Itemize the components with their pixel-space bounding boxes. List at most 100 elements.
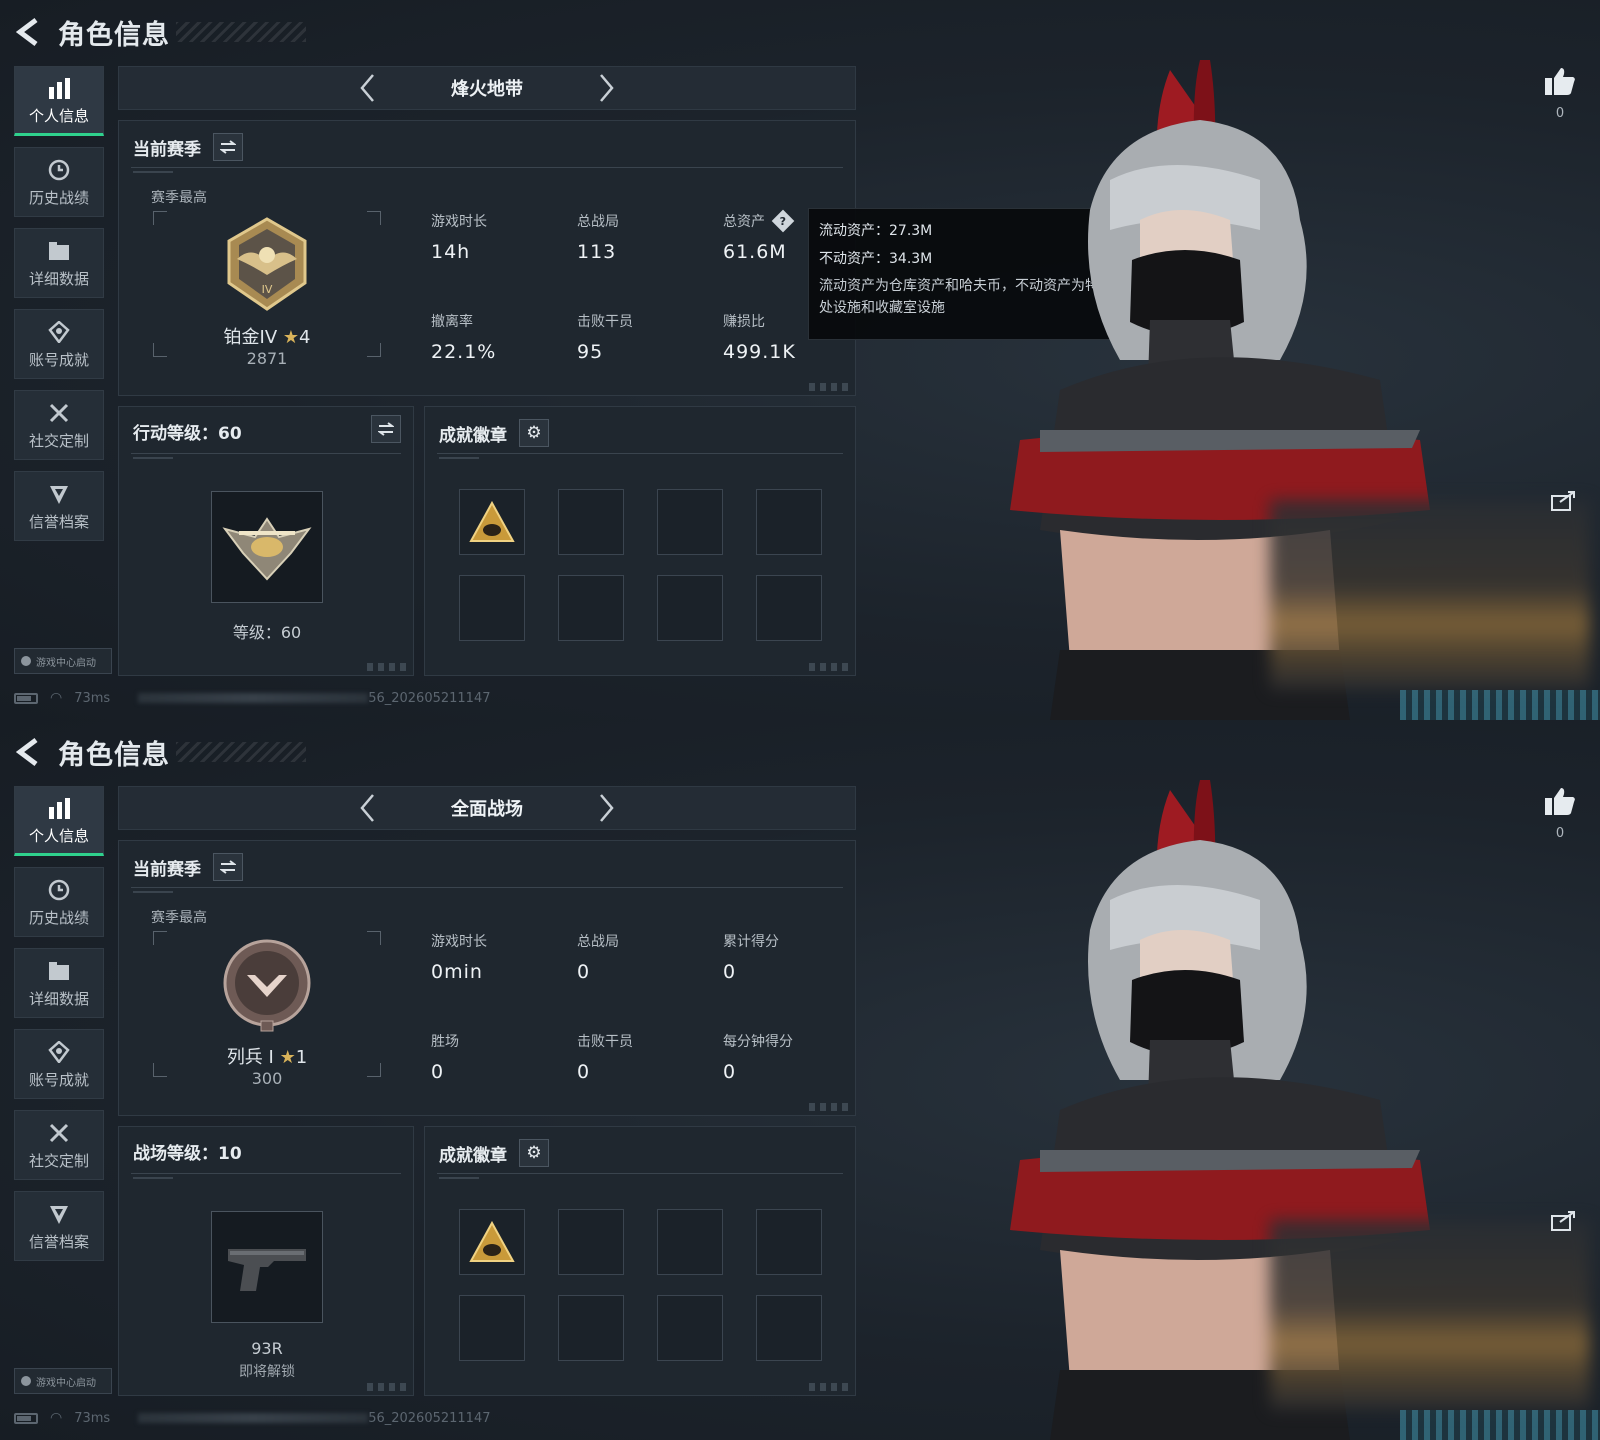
helicopter-badge-icon — [222, 517, 312, 581]
thumbs-up-icon — [1545, 68, 1575, 95]
chevron-right-icon — [600, 794, 614, 822]
badge-slot-8[interactable] — [756, 575, 822, 641]
badge-slot-3[interactable] — [657, 1209, 723, 1275]
like-button[interactable]: 0 — [1540, 786, 1580, 841]
battery-icon — [14, 692, 38, 704]
back-button[interactable] — [16, 16, 44, 48]
chevron-left-icon — [360, 74, 374, 102]
blurred-id — [138, 1413, 369, 1423]
like-button[interactable]: 0 — [1540, 66, 1580, 121]
sidebar-item-history[interactable]: 历史战绩 — [14, 147, 104, 217]
sidebar-item-social[interactable]: 社交定制 — [14, 1110, 104, 1180]
badge-slot-6[interactable] — [558, 1295, 624, 1361]
stat-kills: 击败干员 95 — [577, 314, 633, 363]
sidebar-item-achievements[interactable]: 账号成就 — [14, 1029, 104, 1099]
user-icon — [21, 1376, 31, 1386]
like-count: 0 — [1555, 106, 1565, 121]
sidebar-item-reputation[interactable]: 信誉档案 — [14, 1191, 104, 1261]
badge-slot-2[interactable] — [558, 489, 624, 555]
sidebar: 个人信息 历史战绩 详细数据 账号成就 社交定制 信誉档案 — [14, 66, 106, 552]
badge-slot-8[interactable] — [756, 1295, 822, 1361]
blurred-region — [1270, 1220, 1590, 1410]
mode-switcher: 烽火地带 — [118, 66, 856, 110]
star-icon: ★ — [279, 1047, 296, 1068]
sidebar-item-reputation[interactable]: 信誉档案 — [14, 471, 104, 541]
level-title: 战场等级：10 — [133, 1144, 242, 1164]
stat-playtime: 游戏时长 14h — [431, 214, 487, 263]
sidebar-item-label: 详细数据 — [28, 269, 89, 288]
mode-prev-button[interactable] — [347, 788, 387, 828]
unlock-status: 即将解锁 — [239, 1364, 295, 1380]
mode-prev-button[interactable] — [347, 68, 387, 108]
stat-wins: 胜场 0 — [431, 1034, 459, 1083]
mode-next-button[interactable] — [587, 68, 627, 108]
game-center-launch[interactable]: 游戏中心启动 — [14, 1368, 112, 1394]
panel-title: 成就徽章 ⚙ — [439, 419, 549, 447]
wifi-icon: ◠ — [50, 1410, 63, 1426]
stat-extract-rate: 撤离率 22.1% — [431, 314, 497, 363]
divider — [437, 1173, 843, 1179]
badge-slot-4[interactable] — [756, 489, 822, 555]
share-icon[interactable] — [1550, 490, 1576, 512]
corner-decoration — [809, 1383, 849, 1391]
sidebar-item-label: 社交定制 — [28, 431, 89, 450]
sidebar-item-achievements[interactable]: 账号成就 — [14, 309, 104, 379]
badge-slot-2[interactable] — [558, 1209, 624, 1275]
divider — [131, 453, 401, 459]
weapon-unlock-box[interactable] — [211, 1211, 323, 1323]
sidebar-item-social[interactable]: 社交定制 — [14, 390, 104, 460]
badge-slot-5[interactable] — [459, 575, 525, 641]
switch-level-button[interactable] — [371, 415, 401, 443]
corner-decoration — [809, 663, 849, 671]
share-icon[interactable] — [1550, 1210, 1576, 1232]
sidebar-item-details[interactable]: 详细数据 — [14, 228, 104, 298]
badge-slot-7[interactable] — [657, 575, 723, 641]
badge-slot-6[interactable] — [558, 575, 624, 641]
switch-season-button[interactable] — [213, 853, 243, 881]
chevron-right-icon — [600, 74, 614, 102]
mode-next-button[interactable] — [587, 788, 627, 828]
rank-name: 列兵 I ★1 — [226, 1047, 308, 1068]
bar-chart-icon — [46, 795, 72, 821]
badge-slot-3[interactable] — [657, 489, 723, 555]
sidebar-item-profile[interactable]: 个人信息 — [14, 66, 104, 136]
stat-score-per-min: 每分钟得分 0 — [723, 1034, 793, 1083]
panel-title: 当前赛季 — [133, 133, 243, 161]
svg-text:IV: IV — [262, 283, 273, 296]
badge-slot-4[interactable] — [756, 1209, 822, 1275]
sidebar-item-label: 信誉档案 — [28, 512, 89, 531]
sidebar-item-details[interactable]: 详细数据 — [14, 948, 104, 1018]
tools-icon — [46, 1120, 72, 1146]
ping-text: 73ms — [74, 690, 111, 706]
game-center-launch[interactable]: 游戏中心启动 — [14, 648, 112, 674]
screen-warfare-mode: 角色信息 个人信息 历史战绩 详细数据 账号成就 社交定制 信誉档案 游戏中心启… — [0, 720, 1600, 1440]
wifi-icon: ◠ — [50, 690, 63, 706]
folder-icon — [46, 238, 72, 264]
title-hatch-decoration — [176, 742, 306, 762]
switch-season-button[interactable] — [213, 133, 243, 161]
badge-settings-button[interactable]: ⚙ — [519, 419, 549, 447]
sidebar-item-label: 历史战绩 — [28, 908, 89, 927]
medal-icon — [46, 1039, 72, 1065]
help-icon[interactable]: ? — [771, 209, 795, 233]
badge-slot-1[interactable] — [459, 489, 525, 555]
background-lights — [1400, 690, 1600, 720]
back-arrow-icon — [16, 18, 38, 46]
rank-points: 300 — [251, 1069, 283, 1088]
user-icon — [21, 656, 31, 666]
badge-settings-button[interactable]: ⚙ — [519, 1139, 549, 1167]
stat-kills: 击败干员 0 — [577, 1034, 633, 1083]
badge-slot-1[interactable] — [459, 1209, 525, 1275]
sidebar-item-history[interactable]: 历史战绩 — [14, 867, 104, 937]
page-title: 角色信息 — [58, 739, 170, 771]
sidebar-item-label: 详细数据 — [28, 989, 89, 1008]
folder-icon — [46, 958, 72, 984]
back-button[interactable] — [16, 736, 44, 768]
sidebar-item-profile[interactable]: 个人信息 — [14, 786, 104, 856]
badges-title: 成就徽章 — [439, 425, 507, 446]
badge-slot-5[interactable] — [459, 1295, 525, 1361]
back-arrow-icon — [16, 738, 38, 766]
divider — [131, 167, 843, 173]
rank-stars: 4 — [299, 327, 311, 348]
badge-slot-7[interactable] — [657, 1295, 723, 1361]
